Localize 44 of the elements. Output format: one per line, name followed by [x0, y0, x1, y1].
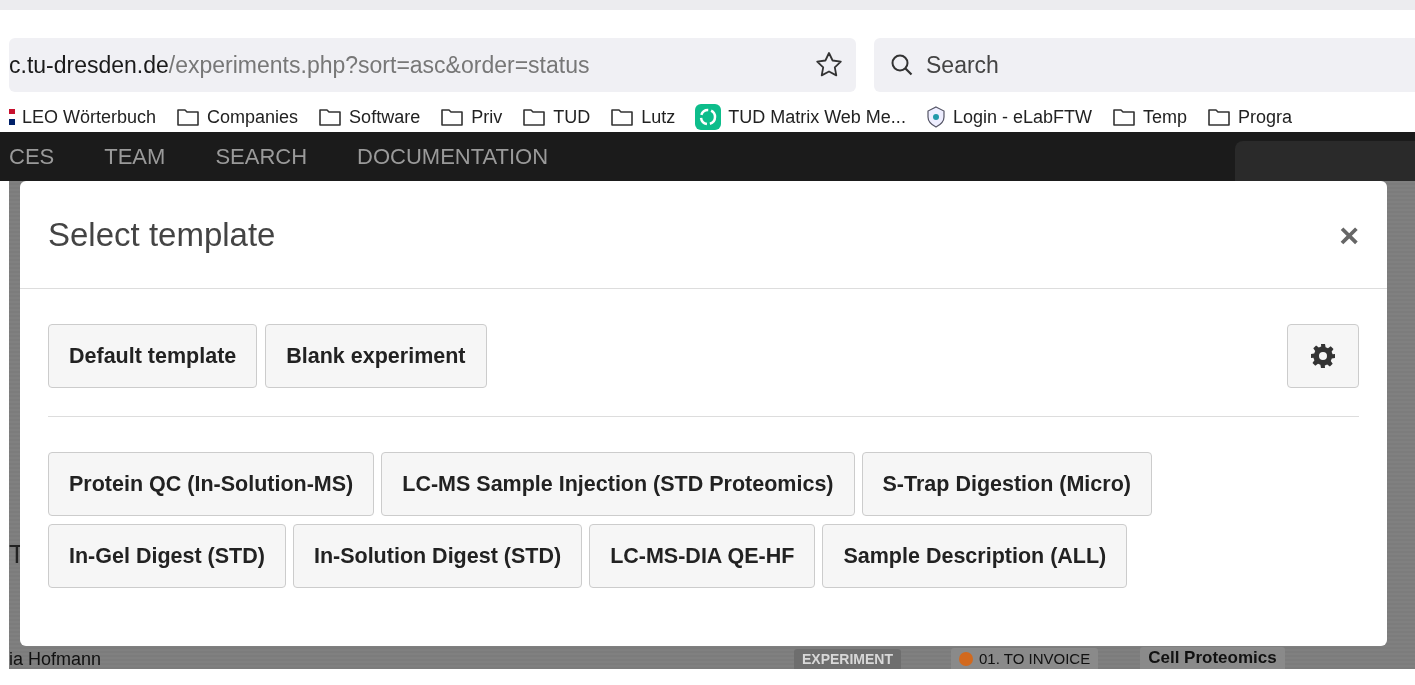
- bookmark-link[interactable]: LEO Wörterbuch: [22, 106, 157, 128]
- bookmark-link[interactable]: Login - eLabFTW: [952, 106, 1092, 128]
- nav-field[interactable]: [1235, 141, 1415, 181]
- folder-icon: [1206, 107, 1231, 127]
- folder-icon: [176, 107, 201, 127]
- template-button[interactable]: Sample Description (ALL): [822, 524, 1128, 588]
- bookmark-link[interactable]: TUD Matrix Web Me...: [728, 106, 906, 128]
- shield-icon: [925, 106, 946, 128]
- bookmark-link[interactable]: Priv: [471, 106, 503, 128]
- flag-icon: [9, 107, 15, 127]
- author-name: ia Hofmann: [9, 649, 103, 669]
- settings-icon: [1310, 343, 1336, 369]
- team-label: Cell Proteomics: [1140, 647, 1285, 669]
- folder-icon: [440, 107, 465, 127]
- bookmark-link[interactable]: TUD: [553, 106, 591, 128]
- nav-link[interactable]: CES: [9, 143, 55, 170]
- template-button[interactable]: S-Trap Digestion (Micro): [861, 452, 1152, 516]
- status-label: 01. TO INVOICE: [951, 648, 1099, 669]
- template-button[interactable]: In-Gel Digest (STD): [48, 524, 286, 588]
- dialog-title: Select template: [48, 215, 277, 254]
- folder-icon: [318, 107, 343, 127]
- search-icon: [890, 53, 914, 77]
- folder-icon: [1111, 107, 1136, 127]
- address-field[interactable]: c.tu-dresden.de/experiments.php?sort=asc&order=status: [9, 38, 856, 92]
- nav-link[interactable]: TEAM: [104, 143, 166, 170]
- folder-icon: [522, 107, 547, 127]
- nav-link[interactable]: SEARCH: [215, 143, 308, 170]
- bookmark-link[interactable]: Temp: [1142, 106, 1187, 128]
- close-button[interactable]: ×: [1339, 217, 1359, 252]
- bookmark-link[interactable]: Lutz: [641, 106, 676, 128]
- nav-link[interactable]: DOCUMENTATION: [357, 143, 549, 170]
- template-button[interactable]: LC-MS Sample Injection (STD Proteomics): [381, 452, 855, 516]
- type-label: EXPERIMENT: [794, 649, 901, 669]
- template-button[interactable]: LC-MS-DIA QE-HF: [589, 524, 816, 588]
- bookmark-link[interactable]: Progra: [1237, 106, 1292, 128]
- settings-button[interactable]: [1287, 324, 1359, 388]
- bookmark-link[interactable]: Software: [349, 106, 421, 128]
- bookmark-link[interactable]: Companies: [207, 106, 299, 128]
- template-button[interactable]: Protein QC (In-Solution-MS): [48, 452, 375, 516]
- search-field[interactable]: Search: [874, 38, 1415, 92]
- template-button[interactable]: Default template: [48, 324, 258, 388]
- template-button[interactable]: Blank experiment: [265, 324, 487, 388]
- template-button[interactable]: In-Solution Digest (STD): [292, 524, 583, 588]
- folder-icon: [610, 107, 635, 127]
